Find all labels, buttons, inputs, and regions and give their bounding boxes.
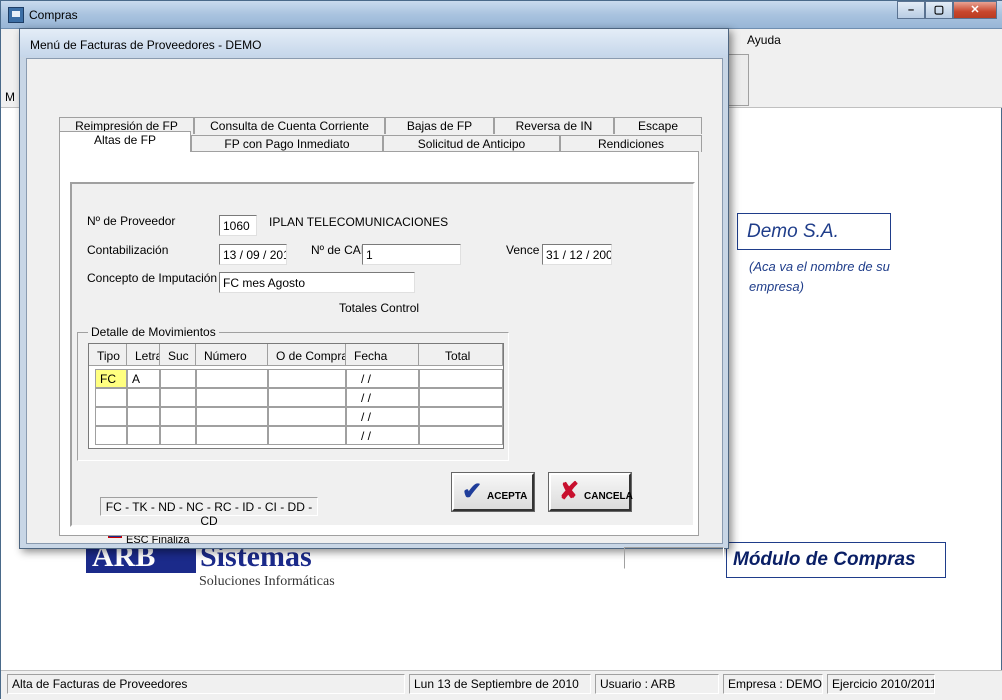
module-title: Módulo de Compras xyxy=(726,542,946,578)
grid-cell[interactable] xyxy=(127,388,160,407)
grid-cell[interactable] xyxy=(196,426,268,445)
col-numero: Número xyxy=(196,344,268,366)
tab-consulta-cc[interactable]: Consulta de Cuenta Corriente xyxy=(194,117,385,134)
contabilizacion-label: Contabilización xyxy=(87,243,169,257)
grid-cell[interactable] xyxy=(160,407,196,426)
grid-cell[interactable] xyxy=(127,407,160,426)
col-o-compra: O de Compra xyxy=(268,344,346,366)
grid-cell[interactable] xyxy=(419,407,503,426)
col-letra: Letra xyxy=(127,344,160,366)
tab-solicitud-anticipo[interactable]: Solicitud de Anticipo xyxy=(383,135,560,152)
cai-input[interactable]: 1 xyxy=(362,244,461,265)
grid-cell[interactable] xyxy=(196,407,268,426)
grid-cell[interactable] xyxy=(268,388,346,407)
grid-cell[interactable]: / / xyxy=(346,369,419,388)
cancela-button[interactable]: ✘ CANCELA xyxy=(548,472,633,512)
title-bar: Compras – ▢ ✕ xyxy=(1,1,1002,29)
tab-bajas[interactable]: Bajas de FP xyxy=(385,117,494,134)
dialog-body: Reimpresión de FP Consulta de Cuenta Cor… xyxy=(26,58,724,569)
proveedor-name: IPLAN TELECOMUNICACIONES xyxy=(269,215,449,229)
grid-cell[interactable]: / / xyxy=(346,388,419,407)
grid-cell[interactable] xyxy=(268,369,346,388)
grid-cell[interactable] xyxy=(160,388,196,407)
grid-cell[interactable] xyxy=(268,426,346,445)
maximize-button[interactable]: ▢ xyxy=(925,1,953,19)
cai-label: Nº de CAI xyxy=(311,243,365,257)
vence-label: Vence xyxy=(506,243,540,257)
tab-reversa[interactable]: Reversa de IN xyxy=(494,117,614,134)
status-panel xyxy=(624,547,724,569)
menu-ayuda[interactable]: Ayuda xyxy=(747,33,781,47)
status-user: Usuario : ARB xyxy=(595,674,719,694)
status-empresa: Empresa : DEMO xyxy=(723,674,823,694)
x-cross-icon: ✘ xyxy=(559,478,580,505)
acepta-label: ACEPTA xyxy=(487,491,528,502)
company-name: Demo S.A. xyxy=(737,213,891,250)
tab-escape[interactable]: Escape xyxy=(614,117,702,134)
vence-input[interactable]: 31 / 12 / 2009 xyxy=(542,244,612,265)
grid-cell[interactable] xyxy=(419,369,503,388)
grid-cell[interactable]: FC xyxy=(95,369,127,388)
minimize-button[interactable]: – xyxy=(897,1,925,19)
totales-control-label: Totales Control xyxy=(339,301,420,315)
tab-panel-altas: Nº de Proveedor 1060 IPLAN TELECOMUNICAC… xyxy=(59,151,699,536)
logo-subtitle: Soluciones Informáticas xyxy=(199,574,335,589)
form-frame: Nº de Proveedor 1060 IPLAN TELECOMUNICAC… xyxy=(70,182,695,528)
col-total: Total xyxy=(419,344,503,366)
status-bar: Alta de Facturas de Proveedores Lun 13 d… xyxy=(1,670,1002,700)
grid-cell[interactable] xyxy=(160,369,196,388)
dialog-title-bar: Menú de Facturas de Proveedores - DEMO xyxy=(20,29,728,57)
grid-cell[interactable] xyxy=(95,426,127,445)
company-note: (Aca va el nombre de su empresa) xyxy=(749,259,890,294)
concepto-label: Concepto de Imputación xyxy=(87,271,218,285)
grid-cell[interactable] xyxy=(95,388,127,407)
app-icon xyxy=(8,7,24,23)
detalle-title: Detalle de Movimientos xyxy=(88,325,219,339)
tab-pago-inmediato[interactable]: FP con Pago Inmediato xyxy=(191,135,383,152)
grid-cell[interactable]: / / xyxy=(346,407,419,426)
grid-cell[interactable] xyxy=(419,426,503,445)
grid-cell[interactable]: A xyxy=(127,369,160,388)
proveedor-input[interactable]: 1060 xyxy=(219,215,257,236)
grid-cell[interactable] xyxy=(127,426,160,445)
detalle-movimientos-group: Detalle de Movimientos Tipo Letra Suc Nú… xyxy=(77,325,509,461)
status-ejercicio: Ejercicio 2010/2011 xyxy=(827,674,935,694)
grid-cell[interactable] xyxy=(160,426,196,445)
contabilizacion-input[interactable]: 13 / 09 / 2010 xyxy=(219,244,287,265)
col-tipo: Tipo xyxy=(89,344,127,366)
document-codes: FC - TK - ND - NC - RC - ID - CI - DD - … xyxy=(100,497,318,528)
toolbar-label: M xyxy=(5,90,15,104)
window-title: Compras xyxy=(29,8,78,22)
grid-cell[interactable] xyxy=(196,388,268,407)
checkmark-icon: ✔ xyxy=(462,478,483,505)
acepta-button[interactable]: ✔ ACEPTA xyxy=(451,472,535,512)
grid-cell[interactable] xyxy=(419,388,503,407)
proveedor-label: Nº de Proveedor xyxy=(87,214,176,228)
close-button[interactable]: ✕ xyxy=(953,1,997,19)
concepto-input[interactable]: FC mes Agosto xyxy=(219,272,415,293)
status-date: Lun 13 de Septiembre de 2010 xyxy=(409,674,591,694)
dialog-title: Menú de Facturas de Proveedores - DEMO xyxy=(30,38,262,52)
grid-cell[interactable] xyxy=(95,407,127,426)
facturas-dialog: Menú de Facturas de Proveedores - DEMO R… xyxy=(19,28,729,569)
col-suc: Suc xyxy=(160,344,196,366)
grid-cell[interactable] xyxy=(268,407,346,426)
col-fecha: Fecha xyxy=(346,344,419,366)
grid-cell[interactable] xyxy=(196,369,268,388)
tab-rendiciones[interactable]: Rendiciones xyxy=(560,135,702,152)
movimientos-grid: Tipo Letra Suc Número O de Compra Fecha … xyxy=(88,343,504,449)
grid-cell[interactable]: / / xyxy=(346,426,419,445)
cancela-label: CANCELA xyxy=(584,491,633,502)
status-task: Alta de Facturas de Proveedores xyxy=(7,674,405,694)
tab-altas[interactable]: Altas de FP xyxy=(59,131,191,152)
